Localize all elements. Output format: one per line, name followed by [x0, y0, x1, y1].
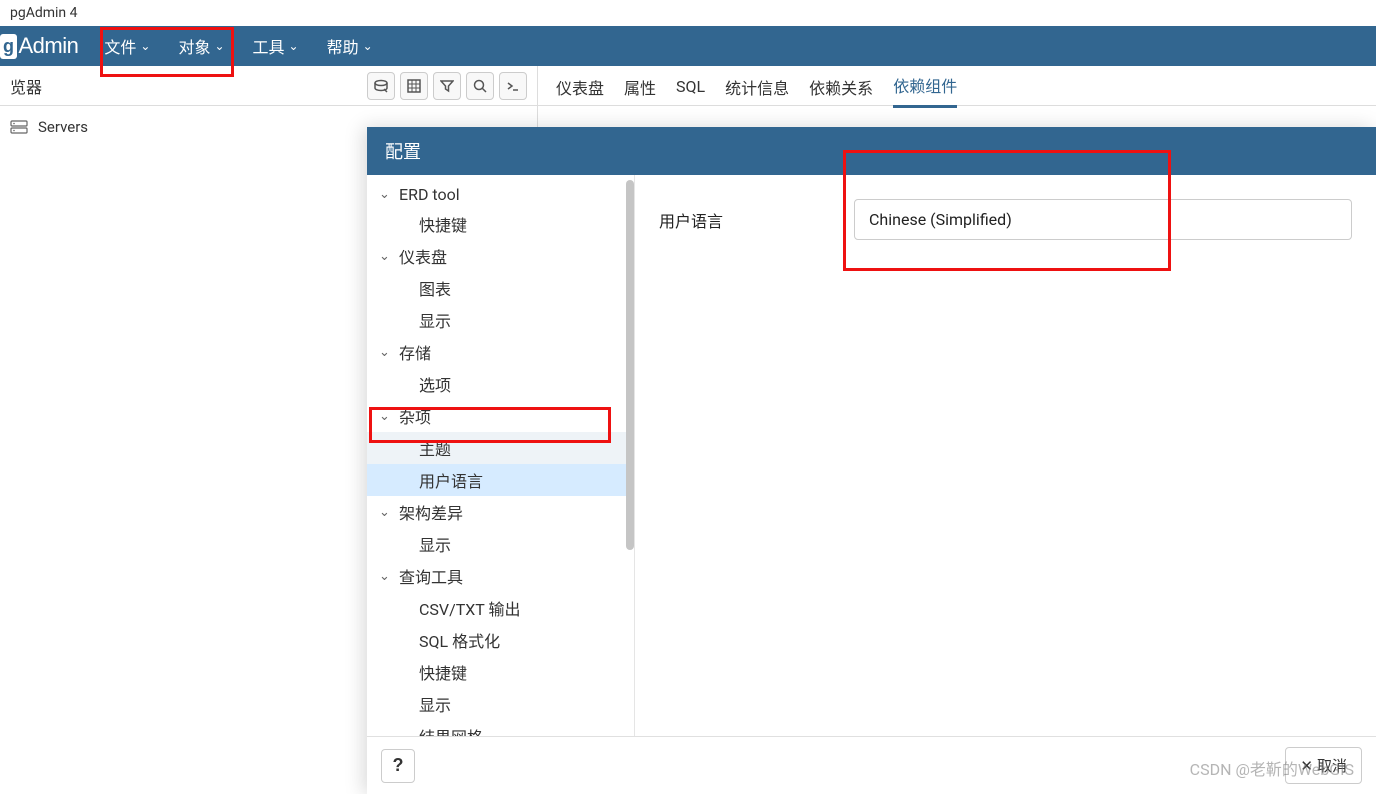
- chevron-down-icon: ⌄: [379, 345, 393, 360]
- window-title: pgAdmin 4: [0, 0, 1376, 26]
- chevron-down-icon: ⌄: [379, 409, 393, 424]
- nav-misc-theme[interactable]: 主题: [367, 432, 634, 464]
- preferences-dialog: 配置 ⌄ ERD tool 快捷键 ⌄ 仪表盘 图表 显示 ⌄ 存储 选项 ⌄ 杂项 主…: [367, 127, 1376, 794]
- user-language-label: 用户语言: [659, 208, 854, 232]
- nav-qt-sqlformat[interactable]: SQL 格式化: [367, 624, 634, 656]
- dialog-nav[interactable]: ⌄ ERD tool 快捷键 ⌄ 仪表盘 图表 显示 ⌄ 存储 选项 ⌄ 杂项 主题 用…: [367, 175, 635, 736]
- search-button[interactable]: [466, 72, 494, 100]
- browser-header: 览器: [0, 66, 537, 106]
- nav-dashboard-display[interactable]: 显示: [367, 304, 634, 336]
- nav-schemadiff-group[interactable]: ⌄ 架构差异: [367, 496, 634, 528]
- nav-misc-user-language[interactable]: 用户语言: [367, 464, 634, 496]
- tab-properties[interactable]: 属性: [624, 75, 656, 107]
- cancel-label: 取消: [1317, 755, 1347, 776]
- menu-file[interactable]: 文件 ⌄: [90, 26, 164, 66]
- nav-scrollbar[interactable]: [626, 180, 634, 550]
- query-tool-button[interactable]: [367, 72, 395, 100]
- tab-statistics[interactable]: 统计信息: [725, 75, 789, 107]
- menu-object[interactable]: 对象 ⌄: [164, 26, 238, 66]
- tab-sql[interactable]: SQL: [676, 77, 705, 104]
- nav-storage-label: 存储: [399, 340, 431, 364]
- nav-misc-label: 杂项: [399, 404, 431, 428]
- nav-schemadiff-label: 架构差异: [399, 500, 463, 524]
- browser-title: 览器: [10, 74, 42, 98]
- help-button[interactable]: ?: [381, 749, 415, 783]
- chevron-down-icon: ⌄: [363, 39, 373, 53]
- chevron-down-icon: ⌄: [140, 39, 150, 53]
- view-data-button[interactable]: [400, 72, 428, 100]
- servers-icon: [10, 119, 30, 135]
- nav-erd-group[interactable]: ⌄ ERD tool: [367, 181, 634, 208]
- dialog-footer: ? ✕ 取消: [367, 736, 1376, 794]
- tab-dashboard[interactable]: 仪表盘: [556, 75, 604, 107]
- nav-querytool-group[interactable]: ⌄ 查询工具: [367, 560, 634, 592]
- tab-dependents[interactable]: 依赖组件: [893, 73, 957, 108]
- dialog-content: 用户语言 Chinese (Simplified): [635, 175, 1376, 736]
- close-icon: ✕: [1300, 757, 1313, 775]
- logo-g-icon: g: [0, 34, 17, 59]
- chevron-down-icon: ⌄: [379, 569, 393, 584]
- nav-qt-display[interactable]: 显示: [367, 688, 634, 720]
- menu-tools-label: 工具: [253, 34, 285, 58]
- nav-querytool-label: 查询工具: [399, 564, 463, 588]
- dialog-body: ⌄ ERD tool 快捷键 ⌄ 仪表盘 图表 显示 ⌄ 存储 选项 ⌄ 杂项 主题 用…: [367, 175, 1376, 736]
- nav-storage-options[interactable]: 选项: [367, 368, 634, 400]
- logo-text: Admin: [19, 33, 79, 59]
- chevron-down-icon: ⌄: [289, 39, 299, 53]
- chevron-down-icon: ⌄: [379, 249, 393, 264]
- chevron-down-icon: ⌄: [379, 505, 393, 520]
- chevron-down-icon: ⌄: [379, 187, 393, 202]
- menu-object-label: 对象: [178, 34, 210, 58]
- user-language-select[interactable]: Chinese (Simplified): [854, 199, 1352, 240]
- psql-button[interactable]: [499, 72, 527, 100]
- menu-help-label: 帮助: [327, 34, 359, 58]
- nav-qt-resultgrid[interactable]: 结果网格: [367, 720, 634, 736]
- cancel-button[interactable]: ✕ 取消: [1285, 747, 1362, 784]
- menu-tools[interactable]: 工具 ⌄: [239, 26, 313, 66]
- nav-schemadiff-display[interactable]: 显示: [367, 528, 634, 560]
- browser-toolbar: [367, 72, 527, 100]
- nav-dashboard-label: 仪表盘: [399, 244, 447, 268]
- user-language-row: 用户语言 Chinese (Simplified): [659, 199, 1352, 240]
- dialog-title: 配置: [367, 127, 1376, 175]
- nav-dashboard-charts[interactable]: 图表: [367, 272, 634, 304]
- menu-help[interactable]: 帮助 ⌄: [313, 26, 387, 66]
- tab-dependencies[interactable]: 依赖关系: [809, 75, 873, 107]
- nav-dashboard-group[interactable]: ⌄ 仪表盘: [367, 240, 634, 272]
- filter-button[interactable]: [433, 72, 461, 100]
- nav-qt-shortcuts[interactable]: 快捷键: [367, 656, 634, 688]
- tree-servers-label: Servers: [38, 118, 88, 136]
- chevron-down-icon: ⌄: [214, 39, 224, 53]
- nav-qt-csvtxt[interactable]: CSV/TXT 输出: [367, 592, 634, 624]
- nav-erd-label: ERD tool: [399, 185, 460, 204]
- nav-erd-shortcuts[interactable]: 快捷键: [367, 208, 634, 240]
- menubar: gAdmin 文件 ⌄ 对象 ⌄ 工具 ⌄ 帮助 ⌄: [0, 26, 1376, 66]
- nav-misc-group[interactable]: ⌄ 杂项: [367, 400, 634, 432]
- menu-file-label: 文件: [104, 34, 136, 58]
- nav-storage-group[interactable]: ⌄ 存储: [367, 336, 634, 368]
- app-logo: gAdmin: [0, 33, 90, 59]
- main-tabs: 仪表盘 属性 SQL 统计信息 依赖关系 依赖组件: [538, 66, 1376, 106]
